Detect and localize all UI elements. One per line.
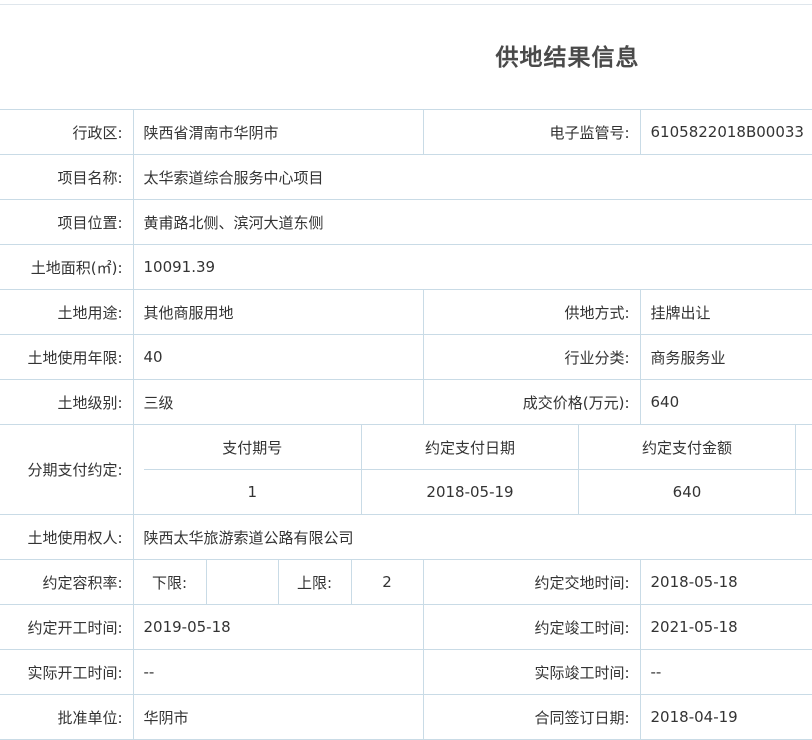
- installment-extra: [796, 470, 812, 515]
- value-deal-price: 640: [640, 380, 812, 425]
- value-land-grade: 三级: [133, 380, 423, 425]
- label-far-upper: 上限:: [278, 560, 351, 605]
- label-actual-start: 实际开工时间:: [0, 650, 133, 695]
- label-project-name: 项目名称:: [0, 155, 133, 200]
- value-project-location: 黄甫路北侧、滨河大道东侧: [133, 200, 812, 245]
- installment-subtable-cell: 支付期号 约定支付日期 约定支付金额 1 2018-05-19 640: [133, 425, 812, 515]
- row-actual-start: 实际开工时间: -- 实际竣工时间: --: [0, 650, 812, 695]
- row-planned-start: 约定开工时间: 2019-05-18 约定竣工时间: 2021-05-18: [0, 605, 812, 650]
- label-region: 行政区:: [0, 110, 133, 155]
- label-land-use: 土地用途:: [0, 290, 133, 335]
- installment-header-extra: [796, 425, 812, 470]
- label-installment: 分期支付约定:: [0, 425, 133, 515]
- row-region: 行政区: 陕西省渭南市华阴市 电子监管号: 6105822018B00033: [0, 110, 812, 155]
- label-industry: 行业分类:: [423, 335, 640, 380]
- top-divider: [0, 4, 812, 5]
- value-contract-date: 2018-04-19: [640, 695, 812, 740]
- label-far-lower: 下限:: [133, 560, 206, 605]
- label-land-grade: 土地级别:: [0, 380, 133, 425]
- value-land-area: 10091.39: [133, 245, 812, 290]
- installment-amount: 640: [579, 470, 796, 515]
- label-far: 约定容积率:: [0, 560, 133, 605]
- value-use-term: 40: [133, 335, 423, 380]
- label-deal-price: 成交价格(万元):: [423, 380, 640, 425]
- row-land-grade: 土地级别: 三级 成交价格(万元): 640: [0, 380, 812, 425]
- installment-row: 1 2018-05-19 640: [144, 470, 812, 515]
- land-supply-table: 行政区: 陕西省渭南市华阴市 电子监管号: 6105822018B00033 项…: [0, 109, 812, 740]
- row-project-location: 项目位置: 黄甫路北侧、滨河大道东侧: [0, 200, 812, 245]
- installment-no: 1: [144, 470, 362, 515]
- value-planned-start: 2019-05-18: [133, 605, 423, 650]
- installment-header-date: 约定支付日期: [362, 425, 579, 470]
- label-use-term: 土地使用年限:: [0, 335, 133, 380]
- label-planned-completion: 约定竣工时间:: [423, 605, 640, 650]
- value-supervision-no: 6105822018B00033: [640, 110, 812, 155]
- value-land-use: 其他商服用地: [133, 290, 423, 335]
- installment-header-row: 支付期号 约定支付日期 约定支付金额: [144, 425, 812, 470]
- value-supply-method: 挂牌出让: [640, 290, 812, 335]
- label-supervision-no: 电子监管号:: [423, 110, 640, 155]
- value-actual-completion: --: [640, 650, 812, 695]
- row-land-area: 土地面积(㎡): 10091.39: [0, 245, 812, 290]
- installment-header-amount: 约定支付金额: [579, 425, 796, 470]
- installment-header-no: 支付期号: [144, 425, 362, 470]
- row-approval-unit: 批准单位: 华阴市 合同签订日期: 2018-04-19: [0, 695, 812, 740]
- row-far: 约定容积率: 下限: 上限: 2 约定交地时间: 2018-05-18: [0, 560, 812, 605]
- row-land-user: 土地使用权人: 陕西太华旅游索道公路有限公司: [0, 515, 812, 560]
- label-contract-date: 合同签订日期:: [423, 695, 640, 740]
- label-approval-unit: 批准单位:: [0, 695, 133, 740]
- label-land-area: 土地面积(㎡):: [0, 245, 133, 290]
- value-project-name: 太华索道综合服务中心项目: [133, 155, 812, 200]
- value-industry: 商务服务业: [640, 335, 812, 380]
- label-supply-method: 供地方式:: [423, 290, 640, 335]
- value-land-user: 陕西太华旅游索道公路有限公司: [133, 515, 812, 560]
- label-project-location: 项目位置:: [0, 200, 133, 245]
- value-far-upper: 2: [351, 560, 423, 605]
- row-project-name: 项目名称: 太华索道综合服务中心项目: [0, 155, 812, 200]
- row-land-use: 土地用途: 其他商服用地 供地方式: 挂牌出让: [0, 290, 812, 335]
- label-handover-time: 约定交地时间:: [423, 560, 640, 605]
- label-planned-start: 约定开工时间:: [0, 605, 133, 650]
- value-far-lower: [206, 560, 278, 605]
- label-land-user: 土地使用权人:: [0, 515, 133, 560]
- row-use-term: 土地使用年限: 40 行业分类: 商务服务业: [0, 335, 812, 380]
- label-actual-completion: 实际竣工时间:: [423, 650, 640, 695]
- row-installment: 分期支付约定: 支付期号 约定支付日期 约定支付金额 1 2018-05-1: [0, 425, 812, 515]
- value-region: 陕西省渭南市华阴市: [133, 110, 423, 155]
- value-planned-completion: 2021-05-18: [640, 605, 812, 650]
- installment-subtable: 支付期号 约定支付日期 约定支付金额 1 2018-05-19 640: [144, 425, 812, 514]
- value-actual-start: --: [133, 650, 423, 695]
- page-title: 供地结果信息: [0, 38, 812, 72]
- value-approval-unit: 华阴市: [133, 695, 423, 740]
- installment-date: 2018-05-19: [362, 470, 579, 515]
- value-handover-time: 2018-05-18: [640, 560, 812, 605]
